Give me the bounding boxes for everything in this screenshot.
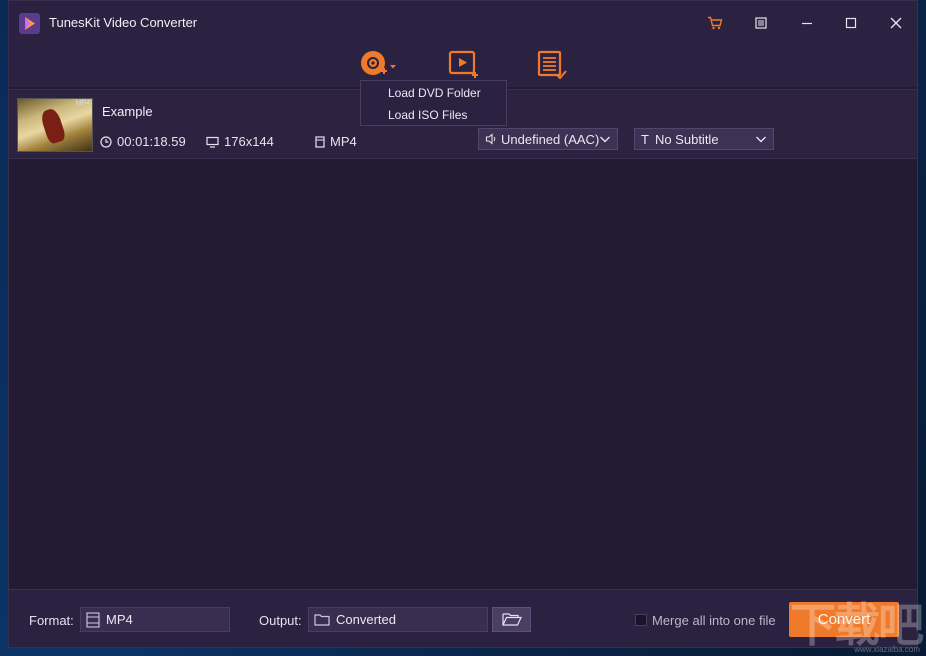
video-thumbnail: MP4 [17, 98, 93, 152]
format-label: Format: [29, 613, 74, 628]
title-bar: TunesKit Video Converter [9, 1, 917, 45]
load-dvd-button[interactable] [358, 49, 396, 81]
menu-item-load-iso-files[interactable]: Load ISO Files [361, 104, 506, 126]
chevron-down-icon [756, 136, 766, 143]
open-folder-icon [501, 613, 522, 626]
format: MP4 [315, 134, 357, 149]
folder-icon [314, 614, 330, 626]
minimize-icon [802, 22, 812, 25]
thumbnail-format-label: MP4 [75, 100, 90, 107]
maximize-button[interactable] [836, 9, 866, 37]
output-label: Output: [259, 613, 302, 628]
output-folder-value: Converted [336, 612, 396, 627]
history-button[interactable] [535, 49, 569, 81]
watermark-url: www.xiazaiba.com [854, 645, 920, 654]
merge-checkbox[interactable] [635, 614, 647, 626]
audio-track-value: Undefined (AAC) [501, 131, 600, 147]
speaker-icon [485, 133, 496, 145]
output-format-select[interactable]: MP4 [80, 607, 230, 632]
bottom-bar: Format: MP4 Output: Converted Merge all … [9, 589, 917, 647]
menu-icon [755, 17, 767, 29]
browse-folder-button[interactable] [492, 607, 531, 632]
audio-track-select[interactable]: Undefined (AAC) [478, 128, 618, 150]
close-button[interactable] [881, 9, 911, 37]
subtitle-value: No Subtitle [654, 131, 719, 147]
chevron-down-icon [600, 136, 610, 143]
clock-icon [100, 135, 112, 148]
format-value: MP4 [330, 134, 357, 149]
add-video-button[interactable] [447, 49, 481, 81]
history-icon [537, 50, 567, 80]
app-title: TunesKit Video Converter [49, 15, 198, 30]
output-format-value: MP4 [106, 612, 133, 627]
file-name: Example [102, 104, 153, 119]
load-dvd-dropdown: Load DVD Folder Load ISO Files [360, 80, 507, 126]
file-list-area [9, 160, 917, 589]
load-dvd-icon [361, 51, 396, 75]
menu-item-load-dvd-folder[interactable]: Load DVD Folder [361, 82, 506, 104]
subtitle-select[interactable]: T No Subtitle [634, 128, 774, 150]
cart-icon [708, 16, 723, 30]
thumbnail-figure [39, 107, 67, 145]
minimize-button[interactable] [792, 9, 822, 37]
app-logo-icon [19, 13, 40, 34]
close-icon [890, 17, 902, 29]
maximize-icon [845, 17, 857, 29]
app-window: TunesKit Video Converter Load DVD Folder… [8, 0, 918, 648]
monitor-icon [206, 136, 219, 148]
duration: 00:01:18.59 [100, 134, 186, 149]
resolution-value: 176x144 [224, 134, 274, 149]
duration-value: 00:01:18.59 [117, 134, 186, 149]
cart-button[interactable] [700, 9, 730, 37]
film-icon [315, 135, 325, 148]
merge-label: Merge all into one file [652, 613, 776, 628]
film-icon [86, 611, 100, 628]
menu-button[interactable] [746, 9, 776, 37]
resolution: 176x144 [206, 134, 274, 149]
add-video-icon [448, 50, 478, 78]
subtitle-t-icon: T [641, 131, 649, 147]
output-folder-field[interactable]: Converted [308, 607, 488, 632]
watermark-logo: 下载吧 [790, 598, 924, 652]
